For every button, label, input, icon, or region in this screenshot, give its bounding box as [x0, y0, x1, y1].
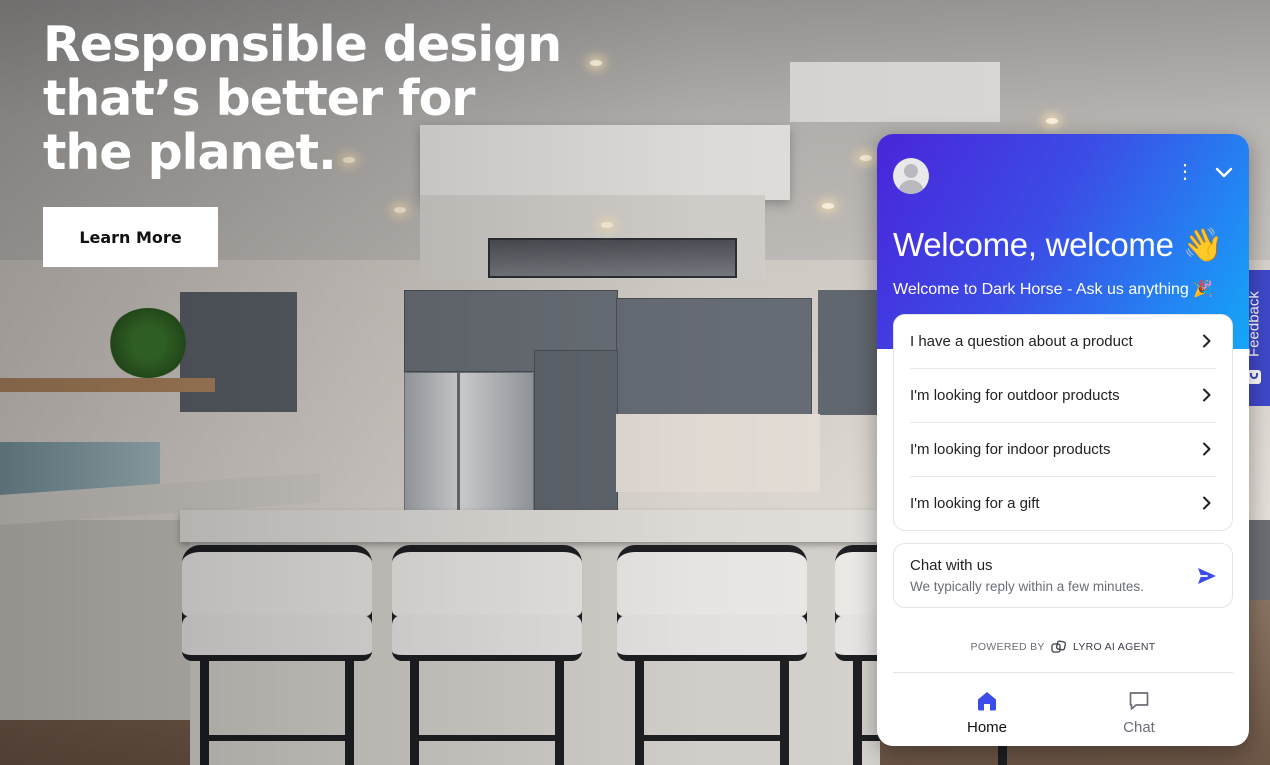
nav-chat-tab[interactable]: Chat	[1089, 684, 1189, 739]
chevron-right-icon	[1203, 388, 1211, 402]
chevron-right-icon	[1203, 496, 1211, 510]
nav-chat-label: Chat	[1123, 719, 1155, 736]
chat-widget: ⋮ Welcome, welcome 👋 Welcome to Dark Hor…	[877, 134, 1249, 746]
powered-by-brand: LYRO AI AGENT	[1072, 640, 1156, 653]
chevron-right-icon	[1203, 334, 1211, 348]
home-icon	[978, 692, 996, 711]
welcome-subtitle: Welcome to Dark Horse - Ask us anything …	[893, 281, 1214, 298]
option-label: I'm looking for a gift	[910, 495, 1040, 512]
welcome-title: Welcome, welcome 👋	[893, 226, 1224, 263]
option-gift[interactable]: I'm looking for a gift	[910, 477, 1216, 530]
chat-with-us-title: Chat with us	[910, 557, 993, 574]
nav-home-tab[interactable]: Home	[937, 684, 1037, 739]
chat-with-us-subtitle: We typically reply within a few minutes.	[910, 579, 1144, 594]
powered-by-prefix: POWERED BY	[970, 640, 1045, 653]
more-vertical-icon[interactable]: ⋮	[1173, 160, 1197, 184]
feedback-icon	[1247, 370, 1261, 384]
option-label: I'm looking for indoor products	[910, 441, 1111, 458]
chevron-right-icon	[1203, 442, 1211, 456]
user-avatar-icon	[893, 158, 929, 194]
lyro-logo-icon	[1051, 640, 1066, 653]
send-icon	[1198, 568, 1216, 584]
option-product-question[interactable]: I have a question about a product	[910, 315, 1216, 369]
option-label: I have a question about a product	[910, 333, 1133, 350]
chat-bubble-icon	[1129, 692, 1149, 710]
quick-options-list: I have a question about a product I'm lo…	[893, 314, 1233, 531]
nav-home-label: Home	[966, 719, 1007, 736]
chevron-down-icon[interactable]	[1211, 160, 1237, 184]
footer-divider	[893, 672, 1233, 673]
learn-more-button[interactable]: Learn More	[43, 207, 218, 267]
powered-by: POWERED BY LYRO AI AGENT	[877, 640, 1249, 654]
option-label: I'm looking for outdoor products	[910, 387, 1120, 404]
option-outdoor-products[interactable]: I'm looking for outdoor products	[910, 369, 1216, 423]
hero-title: Responsible design that’s better for the…	[43, 16, 562, 181]
option-indoor-products[interactable]: I'm looking for indoor products	[910, 423, 1216, 477]
chat-with-us-card[interactable]: Chat with us We typically reply within a…	[893, 543, 1233, 608]
